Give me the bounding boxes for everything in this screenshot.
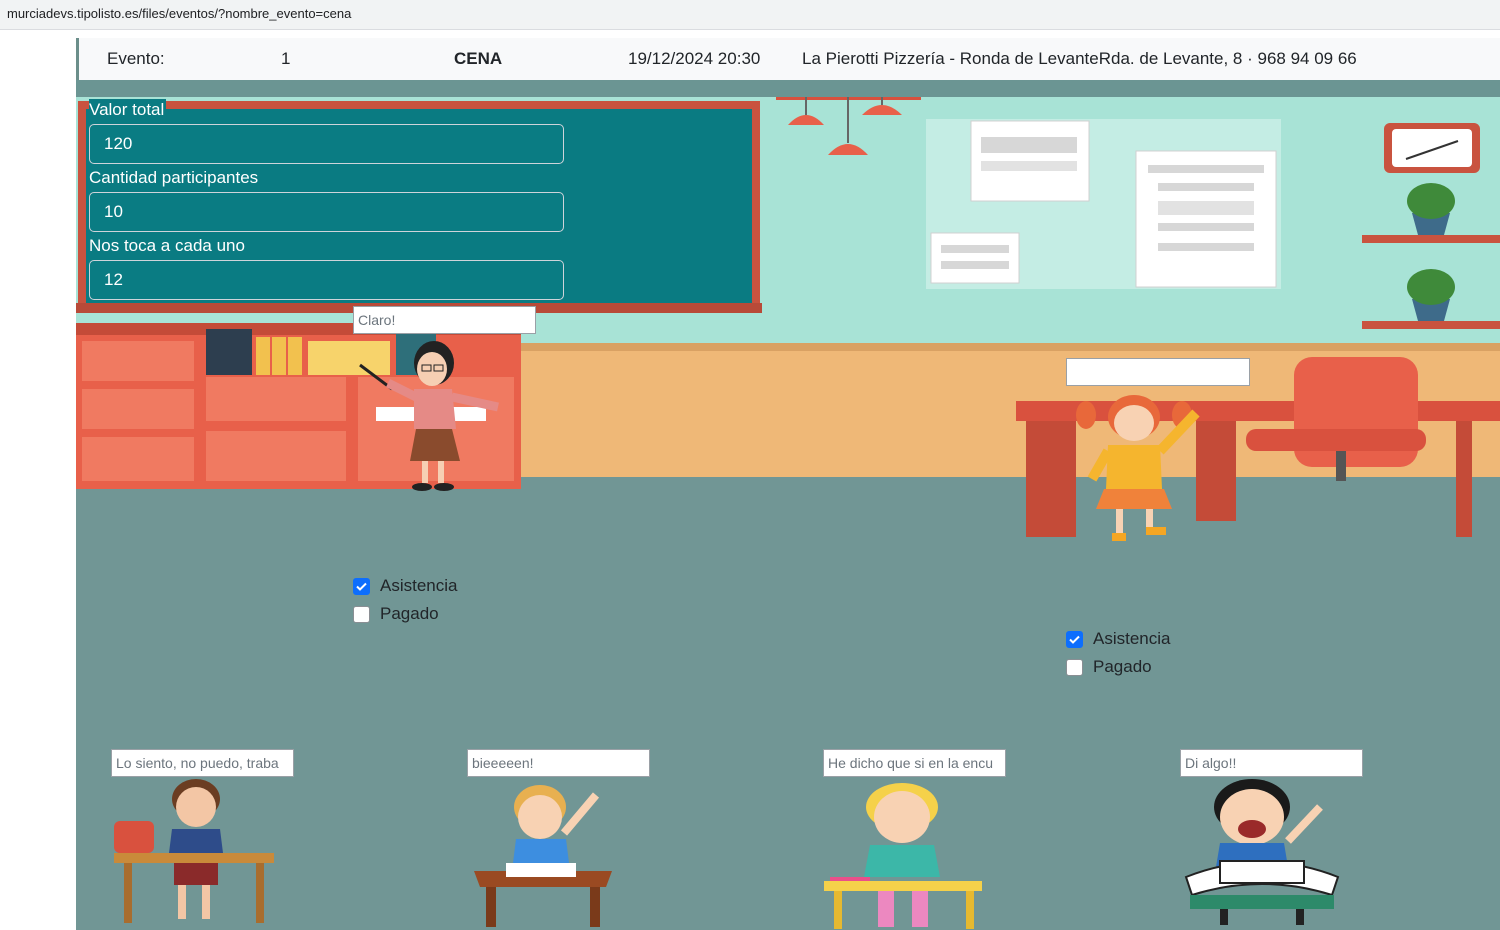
girl-paid-checkbox[interactable] (1066, 658, 1083, 676)
event-name: CENA (454, 49, 503, 68)
teacher-attendance-label: Asistencia (380, 576, 458, 595)
girl-paid-label: Pagado (1093, 657, 1152, 676)
boy4-avatar (1184, 779, 1340, 925)
participants-label: Cantidad participantes (89, 167, 261, 189)
event-header: Evento: 1 CENA 19/12/2024 20:30 La Piero… (76, 38, 1500, 80)
address-bar[interactable]: murciadevs.tipolisto.es/files/eventos/?n… (0, 0, 1500, 30)
per-person-label: Nos toca a cada uno (89, 235, 247, 257)
total-value-input[interactable] (89, 124, 564, 164)
boy1-avatar (114, 779, 274, 923)
girl-attendance-checkbox[interactable] (1066, 630, 1083, 648)
teacher-message-input[interactable] (353, 306, 536, 334)
event-place: La Pierotti Pizzería - Ronda de LevanteR… (802, 49, 1357, 68)
boy1-message-input[interactable] (111, 749, 294, 777)
teacher-attendance-row[interactable]: Asistencia (353, 576, 457, 596)
total-value-label: Valor total (89, 99, 167, 121)
event-datetime: 19/12/2024 20:30 (628, 49, 761, 68)
boy2-avatar (474, 785, 612, 927)
girl-paid-row[interactable]: Pagado (1066, 657, 1152, 677)
teacher-paid-label: Pagado (380, 604, 439, 623)
header-divider (76, 80, 1500, 97)
teacher-paid-row[interactable]: Pagado (353, 604, 439, 624)
girl-attendance-label: Asistencia (1093, 629, 1171, 648)
boy3-message-input[interactable] (823, 749, 1006, 777)
per-person-input[interactable] (89, 260, 564, 300)
teacher-avatar (359, 341, 499, 491)
girl-attendance-row[interactable]: Asistencia (1066, 629, 1170, 649)
girl-message-input[interactable] (1066, 358, 1250, 386)
event-label: Evento: (107, 49, 165, 68)
teacher-paid-checkbox[interactable] (353, 605, 370, 623)
boy4-message-input[interactable] (1180, 749, 1363, 777)
participants-input[interactable] (89, 192, 564, 232)
classroom-scene: Valor total Cantidad participantes Nos t… (76, 97, 1500, 930)
girl-avatar (1076, 395, 1200, 541)
boy2-message-input[interactable] (467, 749, 650, 777)
boy3-avatar (824, 783, 982, 929)
event-id: 1 (281, 49, 291, 68)
teacher-attendance-checkbox[interactable] (353, 577, 370, 595)
url-text[interactable]: murciadevs.tipolisto.es/files/eventos/?n… (7, 6, 351, 21)
